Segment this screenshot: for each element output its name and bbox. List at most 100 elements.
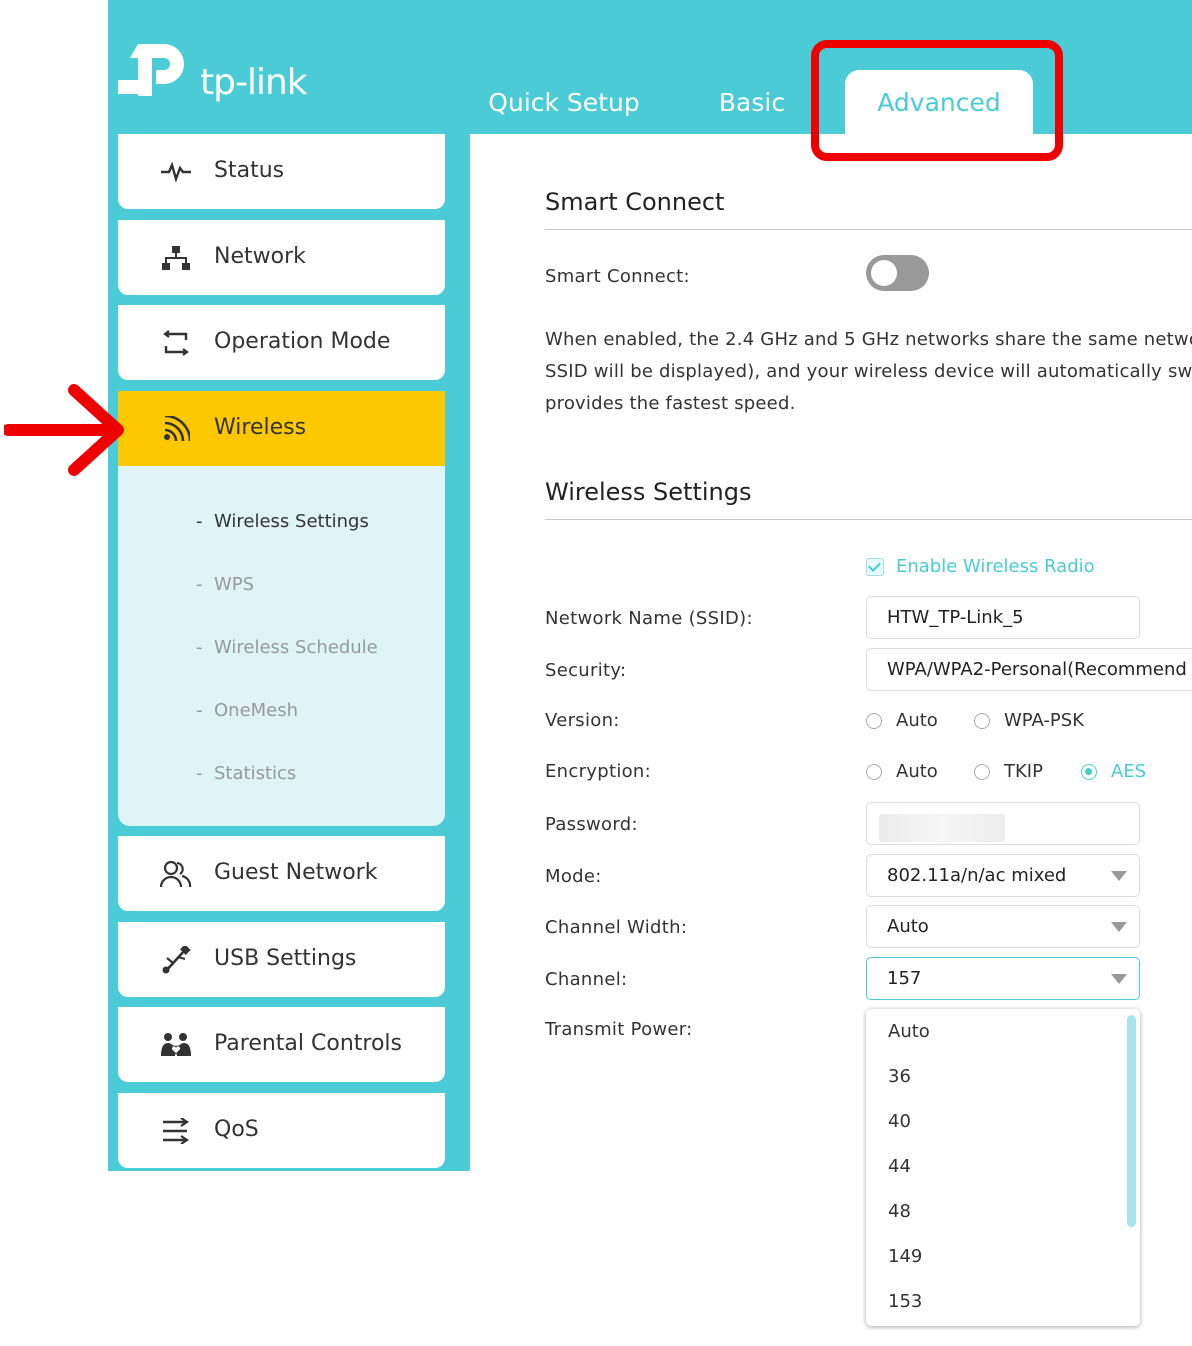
- tab-quick-setup[interactable]: Quick Setup: [478, 70, 650, 134]
- dropdown-option[interactable]: 36: [888, 1066, 911, 1087]
- sidebar-item-operation-mode[interactable]: Operation Mode: [118, 305, 445, 380]
- version-radio-auto[interactable]: Auto: [866, 710, 938, 731]
- channel-select[interactable]: 157: [866, 957, 1140, 1000]
- channel-width-label: Channel Width:: [545, 917, 688, 938]
- radio-selected-icon: [1081, 763, 1097, 780]
- dropdown-option[interactable]: 48: [888, 1201, 911, 1222]
- network-icon: [160, 245, 192, 271]
- divider: [545, 229, 1192, 230]
- encryption-radio-tkip[interactable]: TKIP: [974, 761, 1043, 782]
- dropdown-option[interactable]: Auto: [888, 1021, 930, 1042]
- password-blurred-value: [879, 814, 1005, 842]
- radio-icon: [974, 763, 990, 780]
- sidebar-item-usb-settings[interactable]: USB Settings: [118, 922, 445, 997]
- security-label: Security:: [545, 660, 627, 681]
- submenu-item-label: WPS: [214, 574, 255, 595]
- submenu-item-wps[interactable]: - WPS: [196, 574, 254, 595]
- mode-label: Mode:: [545, 866, 602, 887]
- password-input[interactable]: [866, 802, 1140, 845]
- smart-connect-label: Smart Connect:: [545, 266, 690, 287]
- ssid-input[interactable]: HTW_TP-Link_5: [866, 596, 1140, 639]
- checkbox-checked-icon: [866, 557, 884, 576]
- description-line: provides the fastest speed.: [545, 393, 796, 414]
- submenu-item-label: OneMesh: [214, 700, 299, 721]
- channel-value: 157: [887, 968, 922, 989]
- chevron-down-icon: [1111, 974, 1127, 984]
- channel-width-value: Auto: [887, 916, 929, 937]
- sidebar-item-label: USB Settings: [214, 946, 357, 971]
- sidebar-item-qos[interactable]: QoS: [118, 1093, 445, 1168]
- sidebar-item-label: Operation Mode: [214, 329, 391, 354]
- enable-wireless-radio-label: Enable Wireless Radio: [896, 556, 1095, 577]
- dropdown-option[interactable]: 153: [888, 1291, 922, 1312]
- dropdown-option[interactable]: 149: [888, 1246, 922, 1267]
- wireless-submenu: - Wireless Settings - WPS - Wireless Schedu…: [118, 466, 445, 826]
- sidebar-item-label: Parental Controls: [214, 1031, 402, 1056]
- sidebar-item-label: Status: [214, 158, 285, 183]
- ssid-label: Network Name (SSID):: [545, 608, 753, 629]
- version-radio-wpa-psk[interactable]: WPA-PSK: [974, 710, 1084, 731]
- divider: [545, 519, 1192, 520]
- radio-icon: [866, 712, 882, 729]
- radio-label: AES: [1111, 761, 1147, 782]
- tab-basic[interactable]: Basic: [700, 70, 804, 134]
- dropdown-scrollbar[interactable]: [1127, 1015, 1136, 1227]
- users-icon: [160, 860, 192, 888]
- submenu-item-statistics[interactable]: - Statistics: [196, 763, 296, 784]
- sidebar-item-label: Guest Network: [214, 860, 378, 885]
- annotation-arrow-icon: [4, 384, 124, 476]
- encryption-radio-aes[interactable]: AES: [1081, 761, 1146, 782]
- sidebar-item-label: QoS: [214, 1117, 259, 1142]
- sidebar-item-label: Network: [214, 244, 306, 269]
- sidebar-item-status[interactable]: Status: [118, 134, 445, 209]
- channel-width-select[interactable]: Auto: [866, 905, 1140, 948]
- encryption-label: Encryption:: [545, 761, 652, 782]
- family-icon: [160, 1032, 192, 1058]
- dropdown-option[interactable]: 40: [888, 1111, 911, 1132]
- description-line: When enabled, the 2.4 GHz and 5 GHz netw…: [545, 329, 1192, 350]
- transmit-power-label: Transmit Power:: [545, 1019, 693, 1040]
- section-title-wireless-settings: Wireless Settings: [545, 478, 752, 506]
- submenu-item-onemesh[interactable]: - OneMesh: [196, 700, 298, 721]
- password-label: Password:: [545, 814, 638, 835]
- sidebar-item-network[interactable]: Network: [118, 220, 445, 295]
- chevron-down-icon: [1111, 922, 1127, 932]
- description-line: SSID will be displayed), and your wirele…: [545, 361, 1192, 382]
- smart-connect-toggle[interactable]: [866, 255, 929, 291]
- channel-dropdown-list: Auto 36 40 44 48 149 153: [866, 1009, 1140, 1326]
- toggle-knob: [871, 260, 897, 286]
- tp-link-logo-mark: [118, 44, 184, 96]
- version-label: Version:: [545, 710, 620, 731]
- submenu-item-wireless-schedule[interactable]: - Wireless Schedule: [196, 637, 378, 658]
- dropdown-option[interactable]: 44: [888, 1156, 911, 1177]
- security-select[interactable]: WPA/WPA2-Personal(Recommend: [866, 648, 1192, 691]
- enable-wireless-radio-checkbox[interactable]: Enable Wireless Radio: [866, 556, 1095, 577]
- wifi-icon: [160, 416, 192, 442]
- submenu-item-wireless-settings[interactable]: - Wireless Settings: [196, 511, 369, 532]
- sidebar-item-parental-controls[interactable]: Parental Controls: [118, 1007, 445, 1082]
- channel-label: Channel:: [545, 969, 628, 990]
- radio-label: TKIP: [1004, 761, 1043, 782]
- radio-icon: [974, 712, 990, 729]
- pulse-icon: [160, 159, 192, 185]
- radio-label: Auto: [896, 710, 938, 731]
- annotation-highlight-box: [811, 40, 1063, 161]
- usb-icon: [160, 946, 192, 974]
- section-title-smart-connect: Smart Connect: [545, 188, 725, 216]
- mode-value: 802.11a/n/ac mixed: [887, 865, 1067, 886]
- sidebar-item-guest-network[interactable]: Guest Network: [118, 836, 445, 911]
- mode-select[interactable]: 802.11a/n/ac mixed: [866, 854, 1140, 897]
- logo-wordmark: tp-link: [200, 62, 308, 103]
- submenu-item-label: Wireless Settings: [214, 511, 369, 532]
- radio-label: Auto: [896, 761, 938, 782]
- qos-icon: [160, 1118, 192, 1144]
- sidebar-item-label: Wireless: [214, 415, 307, 440]
- submenu-item-label: Wireless Schedule: [214, 637, 378, 658]
- radio-label: WPA-PSK: [1004, 710, 1084, 731]
- submenu-item-label: Statistics: [214, 763, 297, 784]
- smart-connect-description: When enabled, the 2.4 GHz and 5 GHz netw…: [545, 324, 1192, 420]
- chevron-down-icon: [1111, 871, 1127, 881]
- encryption-radio-auto[interactable]: Auto: [866, 761, 938, 782]
- sidebar-item-wireless[interactable]: Wireless: [118, 391, 445, 466]
- radio-icon: [866, 763, 882, 780]
